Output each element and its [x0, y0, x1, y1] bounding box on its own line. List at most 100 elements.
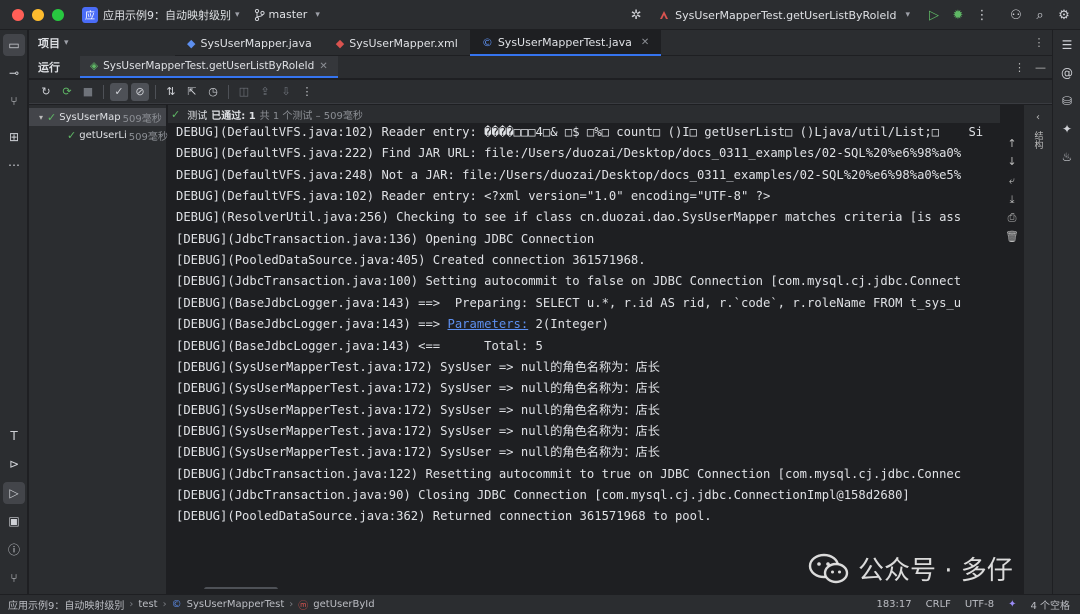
ai-icon[interactable]: ✦ — [1008, 599, 1016, 610]
project-badge[interactable]: 应 — [82, 6, 98, 23]
watermark-text: 公众号 · 多仔 — [858, 556, 1013, 586]
close-tab-icon[interactable]: ✕ — [319, 61, 327, 72]
editor-tab-bar: ◆ SysUserMapper.java ◆ SysUserMapper.xml… — [175, 30, 1052, 56]
terminal-icon[interactable]: ▣ — [3, 510, 25, 532]
project-switcher[interactable]: 应用示例9：自动映射级别 — [103, 7, 231, 23]
more-actions-icon[interactable]: ⋮ — [970, 3, 994, 27]
pull-request-icon[interactable]: ⑂ — [3, 90, 25, 112]
tab-sysusermapper-xml[interactable]: ◆ SysUserMapper.xml — [324, 30, 470, 56]
run-panel-header: 运行 ◈ SysUserMapperTest.getUserListByRole… — [29, 56, 1052, 78]
scroll-to-end-icon[interactable]: ⤓ — [1004, 192, 1020, 208]
console-line: [DEBUG](SysUserMapperTest.java:172) SysU… — [176, 445, 660, 460]
tree-item-label: SysUserMap — [59, 111, 121, 123]
run-tool-icon[interactable]: ▷ — [3, 482, 25, 504]
maven-icon[interactable]: ✦ — [1056, 118, 1078, 140]
file-encoding[interactable]: UTF-8 — [965, 599, 994, 610]
build-hammer-icon[interactable]: ✲ — [624, 3, 648, 27]
breadcrumb-method[interactable]: getUserById — [313, 599, 374, 610]
show-ignored-icon[interactable]: ⊘ — [131, 82, 149, 101]
chevron-left-icon[interactable]: ‹ — [1030, 109, 1046, 125]
console-line: [DEBUG](SysUserMapperTest.java:172) SysU… — [176, 359, 660, 374]
services-icon[interactable]: ⊳ — [3, 453, 25, 475]
wechat-icon — [808, 553, 849, 583]
notifications-icon[interactable]: ☰ — [1056, 34, 1078, 56]
mybatis-xml-icon: ◆ — [335, 36, 345, 50]
branch-switcher[interactable]: master ▾ — [254, 8, 320, 21]
tab-sysusermappertest-java[interactable]: © SysUserMapperTest.java ✕ — [469, 30, 662, 56]
rerun-failed-icon[interactable]: ⟳ — [58, 83, 76, 101]
console-output[interactable]: DEBUG](DefaultVFS.java:102) Reader entry… — [168, 123, 1000, 589]
collapse-all-icon[interactable]: ⇱ — [183, 83, 201, 101]
arrow-up-icon[interactable]: ↑ — [1004, 135, 1020, 151]
gear-icon[interactable]: ⚙ — [1052, 3, 1076, 27]
toolbar-separator — [228, 84, 229, 99]
export-icon[interactable]: ⇪ — [256, 83, 274, 101]
method-icon: ⓜ — [298, 601, 309, 612]
more-icon[interactable]: ⋮ — [298, 83, 316, 101]
commit-icon[interactable]: ⊸ — [3, 62, 25, 84]
parameters-link[interactable]: Parameters: — [448, 317, 529, 331]
breadcrumb-class[interactable]: SysUserMapperTest — [187, 599, 285, 610]
toolbar-separator — [103, 84, 104, 99]
import-icon[interactable]: ⇩ — [277, 83, 295, 101]
sort-icon[interactable]: ⇅ — [162, 83, 180, 101]
caret-position[interactable]: 183:17 — [876, 599, 911, 610]
check-icon: ✓ — [171, 107, 181, 121]
show-passed-icon[interactable]: ✓ — [110, 82, 128, 101]
stop-icon[interactable]: ■ — [79, 83, 97, 101]
project-panel-header[interactable]: 项目 ▾ — [29, 30, 175, 56]
trash-icon[interactable]: 🗑 — [1004, 228, 1020, 244]
more-tools-icon[interactable]: ⋯ — [3, 154, 25, 176]
debug-icon[interactable]: ✹ — [946, 3, 970, 27]
zoom-window-button[interactable] — [52, 8, 64, 21]
rerun-icon[interactable]: ↻ — [37, 83, 55, 101]
close-tab-icon[interactable]: ✕ — [641, 37, 649, 48]
tab-sysusermapper-java[interactable]: ◆ SysUserMapper.java — [175, 30, 324, 56]
add-user-icon[interactable]: ⚇ — [1004, 3, 1028, 27]
ai-assistant-icon[interactable]: @ — [1056, 62, 1078, 84]
java-class-icon: © — [481, 35, 493, 49]
camera-icon[interactable]: ◫ — [235, 83, 253, 101]
soft-wrap-icon[interactable]: ⤶ — [1004, 173, 1020, 189]
tab-label: SysUserMapper.java — [200, 36, 312, 50]
console-line: DEBUG](DefaultVFS.java:102) Reader entry… — [176, 125, 984, 139]
problems-icon[interactable]: ⓘ — [3, 538, 25, 560]
console-gutter: ↑ ↓ ⤶ ⤓ ⎙ 🗑 — [1000, 123, 1024, 589]
console-line: [DEBUG](PooledDataSource.java:405) Creat… — [176, 253, 646, 268]
console-line: [DEBUG](JdbcTransaction.java:90) Closing… — [176, 487, 910, 502]
horizontal-scrollbar[interactable] — [204, 587, 278, 589]
wechat-watermark: 公众号 · 多仔 — [808, 550, 1013, 587]
run-tab[interactable]: ◈ SysUserMapperTest.getUserListByRoleId … — [80, 56, 338, 78]
console-line: DEBUG](DefaultVFS.java:248) Not a JAR: f… — [176, 167, 962, 182]
more-options-icon[interactable]: ⋮ — [1014, 61, 1025, 74]
structure-side-panel: ‹ 结构 — [1024, 105, 1052, 594]
run-icon[interactable]: ▷ — [922, 3, 946, 27]
git-icon[interactable]: ⑂ — [3, 567, 25, 589]
breadcrumb-folder[interactable]: test — [138, 599, 157, 610]
run-config-selector[interactable]: SysUserMapperTest.getUserListByRoleId ▾ — [658, 9, 910, 22]
more-tabs-icon[interactable]: ⋮ — [1026, 30, 1052, 55]
database-icon[interactable]: ⛁ — [1056, 90, 1078, 112]
build-icon[interactable]: T — [3, 425, 25, 447]
arrow-down-icon[interactable]: ↓ — [1004, 153, 1020, 169]
git-branch-icon — [254, 8, 265, 21]
indent-setting[interactable]: 4 个空格 — [1030, 597, 1070, 612]
minimize-panel-icon[interactable]: — — [1035, 61, 1046, 74]
title-bar: 应 应用示例9：自动映射级别 ▾ master ▾ ✲ SysUserMappe… — [0, 0, 1080, 30]
tree-item-test-class[interactable]: ▾ ✓ SysUserMap 509毫秒 — [29, 108, 166, 126]
tree-item-test-method[interactable]: ✓ getUserLi 509毫秒 — [29, 126, 168, 144]
structure-icon[interactable]: ⊞ — [3, 126, 25, 148]
tree-item-label: getUserLi — [79, 129, 127, 141]
structure-label[interactable]: 结构 — [1030, 131, 1046, 149]
breadcrumb-project[interactable]: 应用示例9：自动映射级别 — [8, 597, 124, 612]
close-window-button[interactable] — [12, 8, 24, 21]
search-icon[interactable]: ⌕ — [1028, 3, 1052, 27]
gradle-icon[interactable]: ♨ — [1056, 146, 1078, 168]
test-tree: ▾ ✓ SysUserMap 509毫秒 ✓ getUserLi 509毫秒 — [29, 105, 168, 594]
print-icon[interactable]: ⎙ — [1004, 210, 1020, 226]
folder-icon[interactable]: ▭ — [3, 34, 25, 56]
minimize-window-button[interactable] — [32, 8, 44, 21]
tab-label: SysUserMapper.xml — [349, 36, 458, 50]
line-separator[interactable]: CRLF — [926, 599, 951, 610]
history-icon[interactable]: ◷ — [204, 83, 222, 101]
